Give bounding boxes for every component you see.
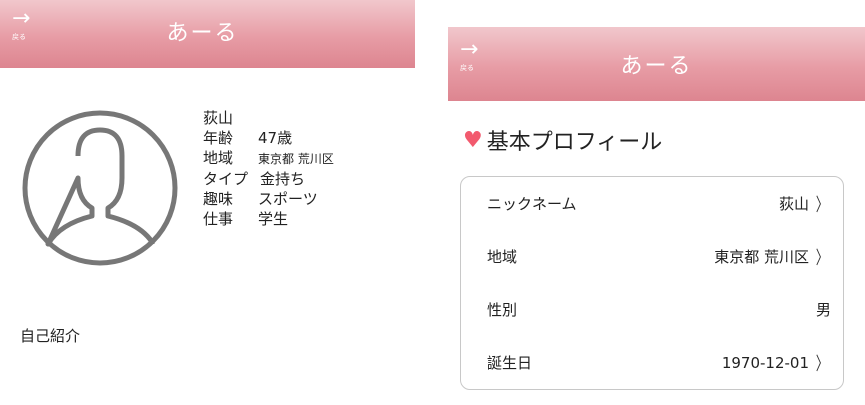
profile-value: 東京都 荒川区 xyxy=(258,152,334,166)
profile-key: 年齢 xyxy=(203,129,234,147)
heart-icon: ♥ xyxy=(463,127,483,153)
chevron-right-icon: 〉 xyxy=(815,247,829,269)
self-intro-label: 自己紹介 xyxy=(20,327,81,345)
profile-item-nickname[interactable]: ニックネーム 荻山 〉 xyxy=(461,177,843,230)
profile-row-job: 仕事 学生 xyxy=(203,209,334,229)
back-arrow-icon: → xyxy=(460,37,479,62)
profile-value: スポーツ xyxy=(258,190,318,208)
basic-profile-title: 基本プロフィール xyxy=(486,130,663,155)
profile-item-birthday[interactable]: 誕生日 1970-12-01 〉 xyxy=(461,336,843,389)
profile-card: ニックネーム 荻山 〉 地域 東京都 荒川区 〉 性別 男 誕生日 1970-1… xyxy=(460,176,844,390)
profile-name-value: 荻山 xyxy=(203,109,234,127)
profile-row-hobby: 趣味 スポーツ xyxy=(203,189,334,209)
right-header: → 戻る あーる xyxy=(448,27,865,101)
back-label: 戻る xyxy=(460,64,474,72)
right-back-button[interactable]: → 戻る xyxy=(460,39,478,73)
item-value: 荻山 xyxy=(778,195,809,213)
back-arrow-icon: → xyxy=(12,6,31,31)
profile-item-gender: 性別 男 xyxy=(461,283,843,336)
item-label: 地域 xyxy=(487,248,518,266)
basic-profile-heading: ♥ 基本プロフィール xyxy=(463,124,662,156)
profile-value: 学生 xyxy=(258,210,289,228)
item-right: 荻山 〉 xyxy=(779,191,831,217)
item-value: 1970-12-01 xyxy=(721,353,809,372)
right-header-title: あーる xyxy=(620,54,693,79)
item-right: 東京都 荒川区 〉 xyxy=(714,244,831,270)
item-label: ニックネーム xyxy=(487,195,577,213)
profile-value: 金持ち xyxy=(260,170,306,188)
profile-info: 荻山 年齢 47歳 地域 東京都 荒川区 タイプ 金持ち 趣味 スポーツ 仕事 … xyxy=(203,108,334,229)
profile-key: 趣味 xyxy=(203,190,234,208)
profile-name: 荻山 xyxy=(203,108,334,128)
profile-row-region: 地域 東京都 荒川区 xyxy=(203,148,334,169)
item-label: 誕生日 xyxy=(487,354,533,372)
item-right: 1970-12-01 〉 xyxy=(722,350,831,376)
profile-value: 47歳 xyxy=(258,129,293,147)
back-label: 戻る xyxy=(12,33,26,41)
chevron-right-icon: 〉 xyxy=(815,353,829,375)
item-value: 男 xyxy=(815,301,831,319)
profile-key: タイプ xyxy=(203,170,249,188)
profile-key: 仕事 xyxy=(203,210,234,228)
item-label: 性別 xyxy=(487,301,518,319)
chevron-right-icon: 〉 xyxy=(815,194,829,216)
item-value: 東京都 荒川区 xyxy=(714,248,809,266)
profile-item-region[interactable]: 地域 東京都 荒川区 〉 xyxy=(461,230,843,283)
profile-row-type: タイプ 金持ち xyxy=(203,169,334,189)
item-right: 男 xyxy=(816,299,831,320)
left-header: → 戻る あーる xyxy=(0,0,415,68)
user-avatar-icon xyxy=(22,110,178,266)
profile-row-age: 年齢 47歳 xyxy=(203,128,334,148)
left-header-title: あーる xyxy=(166,21,239,46)
left-back-button[interactable]: → 戻る xyxy=(12,8,30,42)
profile-key: 地域 xyxy=(203,149,234,167)
